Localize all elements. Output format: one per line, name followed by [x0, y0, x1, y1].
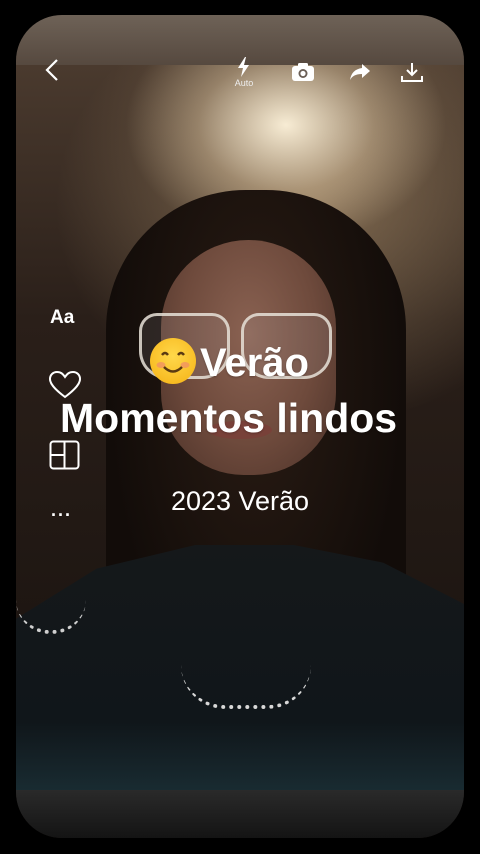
smiling-face-emoji — [150, 338, 196, 384]
flash-mode-label: Auto — [234, 78, 254, 88]
share-icon[interactable] — [348, 62, 372, 82]
title-line-1-text: Verão — [200, 341, 309, 385]
layout-grid-icon[interactable] — [49, 440, 80, 470]
bottom-band — [16, 790, 464, 838]
chevron-left-icon[interactable] — [44, 58, 60, 81]
title-line-2[interactable]: Momentos lindos — [60, 395, 397, 442]
subtitle-text[interactable]: 2023 Verão — [0, 486, 480, 517]
title-line-1[interactable]: Verão — [150, 338, 309, 386]
text-tool-button[interactable]: Aa — [50, 307, 74, 329]
download-icon[interactable] — [400, 61, 424, 83]
camera-icon[interactable] — [291, 62, 315, 82]
